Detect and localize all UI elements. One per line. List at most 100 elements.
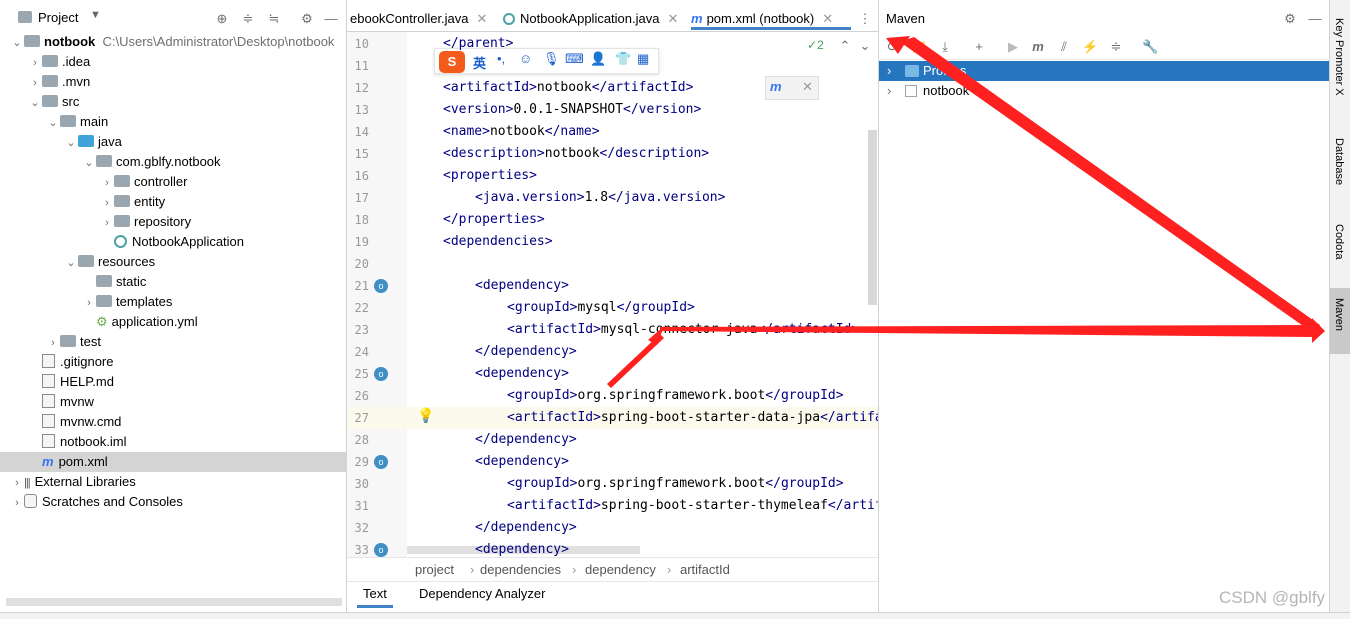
vertical-scrollbar[interactable]	[868, 130, 877, 305]
run-icon[interactable]: ▶	[1005, 39, 1021, 55]
tree-item[interactable]: ⌄ main	[0, 112, 347, 132]
breadcrumb-item[interactable]: dependency	[585, 562, 656, 577]
tree-item[interactable]: NotbookApplication	[0, 232, 347, 252]
close-icon[interactable]: ✕	[667, 11, 678, 26]
hide-icon[interactable]: —	[1307, 11, 1323, 27]
tab-pom-xml[interactable]: m pom.xml (notbook) ✕	[691, 8, 851, 30]
dependency-gutter-icon[interactable]: o	[374, 279, 388, 293]
horizontal-scrollbar[interactable]	[6, 598, 342, 606]
dependency-gutter-icon[interactable]: o	[374, 543, 388, 557]
tree-item[interactable]: ⌄ src	[0, 92, 347, 112]
project-panel-title[interactable]: Project	[38, 10, 78, 25]
lightbulb-icon[interactable]: 💡	[417, 407, 434, 424]
code-line[interactable]: <dependencies>	[443, 231, 553, 253]
chevron-right-icon[interactable]: ›	[46, 333, 60, 353]
code-line[interactable]: <java.version>1.8</java.version>	[475, 187, 725, 209]
tree-item[interactable]: › test	[0, 332, 347, 352]
tool-database[interactable]: Database	[1333, 138, 1345, 185]
hide-icon[interactable]: —	[323, 11, 339, 27]
chevron-right-icon[interactable]: ›	[887, 81, 891, 101]
maven-reload-icon[interactable]: m	[770, 79, 782, 94]
code-line[interactable]: <artifactId>spring-boot-starter-thymelea…	[507, 495, 930, 517]
chevron-down-icon[interactable]: ▼	[90, 9, 101, 21]
code-line[interactable]: <artifactId>spring-boot-starter-data-jpa…	[507, 407, 922, 429]
wrench-icon[interactable]: 🔧	[1142, 39, 1158, 55]
reload-icon[interactable]: ⟳	[885, 39, 901, 55]
code-line[interactable]: </parent>	[443, 33, 513, 55]
chevron-right-icon[interactable]: ›	[887, 61, 891, 81]
plus-icon[interactable]: +	[971, 39, 987, 55]
tab-menu-icon[interactable]: ⋮	[857, 11, 873, 27]
emoji-icon[interactable]: ☺	[519, 51, 532, 66]
code-line[interactable]: <artifactId>notbook</artifactId>	[443, 77, 693, 99]
tree-item[interactable]: ⚙ application.yml	[0, 312, 347, 332]
chevron-right-icon[interactable]: ›	[10, 473, 24, 493]
chevron-right-icon[interactable]: ›	[28, 73, 42, 93]
chevron-down-icon[interactable]: ⌄	[46, 113, 60, 133]
tree-item[interactable]: › entity	[0, 192, 347, 212]
code-line[interactable]: <properties>	[443, 165, 537, 187]
chevron-down-icon[interactable]: ⌄	[28, 93, 42, 113]
tool-maven-active[interactable]: Maven	[1330, 288, 1350, 354]
chevron-right-icon[interactable]: ›	[100, 213, 114, 233]
chevron-right-icon[interactable]: ›	[28, 53, 42, 73]
tab-text[interactable]: Text	[357, 586, 393, 608]
tab-dependency-analyzer[interactable]: Dependency Analyzer	[419, 586, 545, 601]
code-line[interactable]: <name>notbook</name>	[443, 121, 600, 143]
chevron-right-icon[interactable]: ›	[10, 493, 24, 513]
chevron-down-icon[interactable]: ⌄	[10, 33, 24, 53]
tool-key-promoter[interactable]: Key Promoter X	[1333, 18, 1345, 96]
toggle-offline-icon[interactable]: ⫽	[1056, 39, 1072, 55]
microphone-icon[interactable]: 🎙	[543, 51, 560, 67]
tree-item[interactable]: ⌄ java	[0, 132, 347, 152]
tree-item[interactable]: › .mvn	[0, 72, 347, 92]
inspection-widget[interactable]: ✓2	[807, 38, 824, 52]
code-line[interactable]: <dependency>	[475, 275, 569, 297]
ime-language[interactable]: 英	[473, 53, 486, 72]
tool-codota[interactable]: Codota	[1333, 224, 1345, 259]
close-icon[interactable]: ✕	[802, 79, 813, 95]
tab-ebook-controller[interactable]: ebookController.java ✕	[350, 8, 487, 30]
tree-item[interactable]: mvnw	[0, 392, 347, 412]
collapse-all-icon[interactable]: ≒	[266, 11, 282, 27]
chevron-down-icon[interactable]: ⌄	[64, 133, 78, 153]
code-line[interactable]: </dependency>	[475, 517, 577, 539]
dependency-gutter-icon[interactable]: o	[374, 455, 388, 469]
code-line[interactable]: <dependency>	[475, 451, 569, 473]
gear-icon[interactable]: ⚙	[1282, 11, 1298, 27]
chevron-down-icon[interactable]: ⌄	[82, 153, 96, 173]
skip-tests-icon[interactable]: ⚡	[1082, 39, 1098, 55]
download-icon[interactable]: ⤓	[937, 39, 953, 55]
expand-all-icon[interactable]: ≑	[240, 11, 256, 27]
skin-icon[interactable]: 👕	[615, 51, 631, 67]
user-icon[interactable]: 👤	[590, 51, 606, 67]
tree-item[interactable]: .gitignore	[0, 352, 347, 372]
close-icon[interactable]: ✕	[477, 11, 488, 26]
collapse-icon[interactable]: ≑	[1108, 39, 1124, 55]
tree-item[interactable]: notbook.iml	[0, 432, 347, 452]
chevron-down-icon[interactable]: ⌄	[64, 253, 78, 273]
code-line[interactable]: <groupId>org.springframework.boot</group…	[507, 473, 844, 495]
tree-item[interactable]: › Scratches and Consoles	[0, 492, 347, 512]
breadcrumb-item[interactable]: dependencies	[480, 562, 561, 577]
close-icon[interactable]: ✕	[822, 11, 833, 26]
chevron-right-icon[interactable]: ›	[82, 293, 96, 313]
tree-item[interactable]: static	[0, 272, 347, 292]
code-line[interactable]: </dependency>	[475, 341, 577, 363]
chevron-right-icon[interactable]: ›	[100, 193, 114, 213]
code-line[interactable]: <groupId>org.springframework.boot</group…	[507, 385, 844, 407]
add-folder-icon[interactable]: 📁	[911, 39, 927, 55]
maven-project-notbook[interactable]: › notbook	[879, 81, 1330, 101]
code-line[interactable]: </dependency>	[475, 429, 577, 451]
gear-icon[interactable]: ⚙	[299, 11, 315, 27]
tree-item[interactable]: HELP.md	[0, 372, 347, 392]
chevron-down-icon[interactable]: ⌄	[857, 38, 873, 54]
tree-item[interactable]: mvnw.cmd	[0, 412, 347, 432]
code-line[interactable]: <groupId>mysql</groupId>	[507, 297, 695, 319]
code-line[interactable]: <version>0.0.1-SNAPSHOT</version>	[443, 99, 701, 121]
tree-item[interactable]: m pom.xml	[0, 452, 347, 472]
tree-item[interactable]: › ||| External Libraries	[0, 472, 347, 492]
code-line[interactable]: <dependency>	[475, 363, 569, 385]
grid-icon[interactable]: ▦	[637, 51, 649, 67]
tree-item[interactable]: › controller	[0, 172, 347, 192]
